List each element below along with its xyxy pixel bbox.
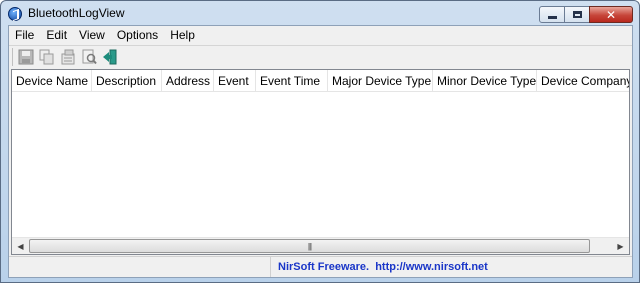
column-event-time[interactable]: Event Time xyxy=(256,70,328,92)
scroll-thumb[interactable]: ||| xyxy=(29,239,590,253)
column-address[interactable]: Address xyxy=(162,70,214,92)
copy-button[interactable] xyxy=(37,47,57,67)
nirsoft-link[interactable]: NirSoft Freeware. http://www.nirsoft.net xyxy=(271,257,488,277)
bluetooth-app-icon xyxy=(8,7,22,21)
menu-help[interactable]: Help xyxy=(164,26,201,44)
status-pane-left xyxy=(9,257,271,277)
column-major-device-type[interactable]: Major Device Type xyxy=(328,70,433,92)
close-icon: ✕ xyxy=(605,7,617,22)
minimize-icon xyxy=(547,16,557,19)
menu-bar: File Edit View Options Help xyxy=(9,26,201,44)
menu-options[interactable]: Options xyxy=(111,26,164,44)
exit-button[interactable] xyxy=(100,47,120,67)
properties-icon xyxy=(61,49,75,65)
app-window: BluetoothLogView ✕ File Edit View Option… xyxy=(0,0,640,283)
save-icon xyxy=(18,49,34,65)
column-minor-device-type[interactable]: Minor Device Type xyxy=(433,70,537,92)
client-area: File Edit View Options Help Device Name … xyxy=(8,25,633,278)
toolbar-grip xyxy=(12,48,13,66)
minimize-button[interactable] xyxy=(539,6,565,23)
menu-edit[interactable]: Edit xyxy=(40,26,73,44)
window-title: BluetoothLogView xyxy=(28,6,125,20)
thumb-grip-icon: ||| xyxy=(307,241,312,251)
find-icon xyxy=(82,49,97,65)
toolbar xyxy=(9,45,632,68)
maximize-icon xyxy=(572,11,582,18)
window-controls: ✕ xyxy=(539,6,633,23)
scroll-left-arrow[interactable]: ◀ xyxy=(12,238,29,254)
menu-view[interactable]: View xyxy=(73,26,111,44)
find-button[interactable] xyxy=(79,47,99,67)
maximize-button[interactable] xyxy=(564,6,590,23)
log-list[interactable]: Device Name Description Address Event Ev… xyxy=(11,69,630,255)
column-device-name[interactable]: Device Name xyxy=(12,70,92,92)
title-bar[interactable]: BluetoothLogView ✕ xyxy=(1,1,639,25)
column-event[interactable]: Event xyxy=(214,70,256,92)
status-bar: NirSoft Freeware. http://www.nirsoft.net xyxy=(9,256,632,277)
exit-icon xyxy=(103,49,117,65)
properties-button[interactable] xyxy=(58,47,78,67)
save-button[interactable] xyxy=(16,47,36,67)
copy-icon xyxy=(39,49,54,65)
column-device-company[interactable]: Device Company xyxy=(537,70,629,92)
menu-file[interactable]: File xyxy=(9,26,40,44)
scroll-right-arrow[interactable]: ▶ xyxy=(612,238,629,254)
column-description[interactable]: Description xyxy=(92,70,162,92)
horizontal-scrollbar[interactable]: ◀ ||| ▶ xyxy=(12,237,629,254)
close-button[interactable]: ✕ xyxy=(589,6,633,23)
list-header: Device Name Description Address Event Ev… xyxy=(12,70,629,92)
